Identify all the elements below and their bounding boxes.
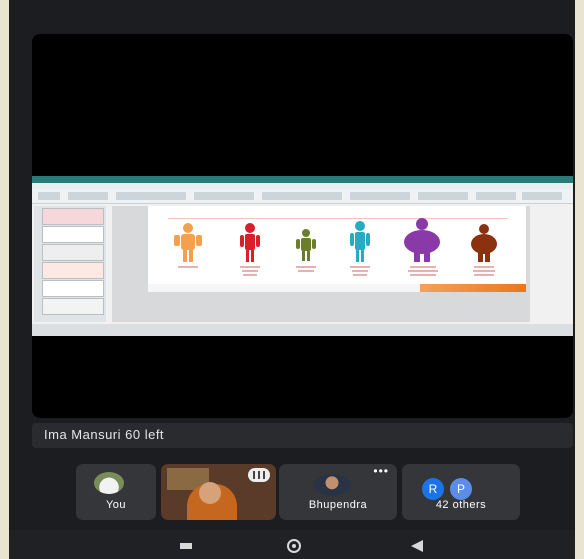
slide-footer-band bbox=[148, 284, 526, 292]
three-dots-icon[interactable]: ••• bbox=[373, 464, 389, 478]
participant-notice: Ima Mansuri 60 left bbox=[32, 423, 573, 448]
presentation-stage[interactable] bbox=[32, 34, 573, 418]
ribbon-toolbar bbox=[32, 189, 573, 204]
avatar-chip-r: R bbox=[422, 478, 444, 500]
self-label: You bbox=[105, 499, 127, 511]
meet-app: Ima Mansuri 60 left You ••• Bhupendra R … bbox=[9, 0, 575, 559]
audio-level-icon bbox=[248, 468, 270, 482]
shared-screen bbox=[32, 176, 573, 336]
others-label: 42 others bbox=[435, 499, 487, 511]
current-slide bbox=[148, 206, 526, 292]
avatar-chip-p: P bbox=[450, 478, 472, 500]
participant-tile-bhupendra[interactable]: ••• Bhupendra bbox=[279, 464, 397, 520]
slide-canvas bbox=[112, 206, 530, 322]
window-titlebar bbox=[32, 176, 573, 183]
avatar bbox=[314, 474, 350, 496]
others-tile[interactable]: R P 42 others bbox=[402, 464, 520, 520]
recents-icon[interactable] bbox=[180, 543, 192, 549]
camera-tile[interactable] bbox=[161, 464, 276, 520]
app-statusbar bbox=[32, 324, 573, 336]
system-navbar bbox=[9, 530, 575, 559]
notice-text: Ima Mansuri 60 left bbox=[44, 427, 165, 442]
participant-name: Bhupendra bbox=[308, 499, 368, 511]
self-tile[interactable]: You bbox=[76, 464, 156, 520]
back-icon[interactable] bbox=[411, 540, 423, 552]
self-avatar bbox=[94, 472, 124, 494]
slide-figures bbox=[174, 218, 497, 276]
home-icon[interactable] bbox=[287, 539, 301, 553]
slide-thumbnails bbox=[34, 206, 106, 322]
